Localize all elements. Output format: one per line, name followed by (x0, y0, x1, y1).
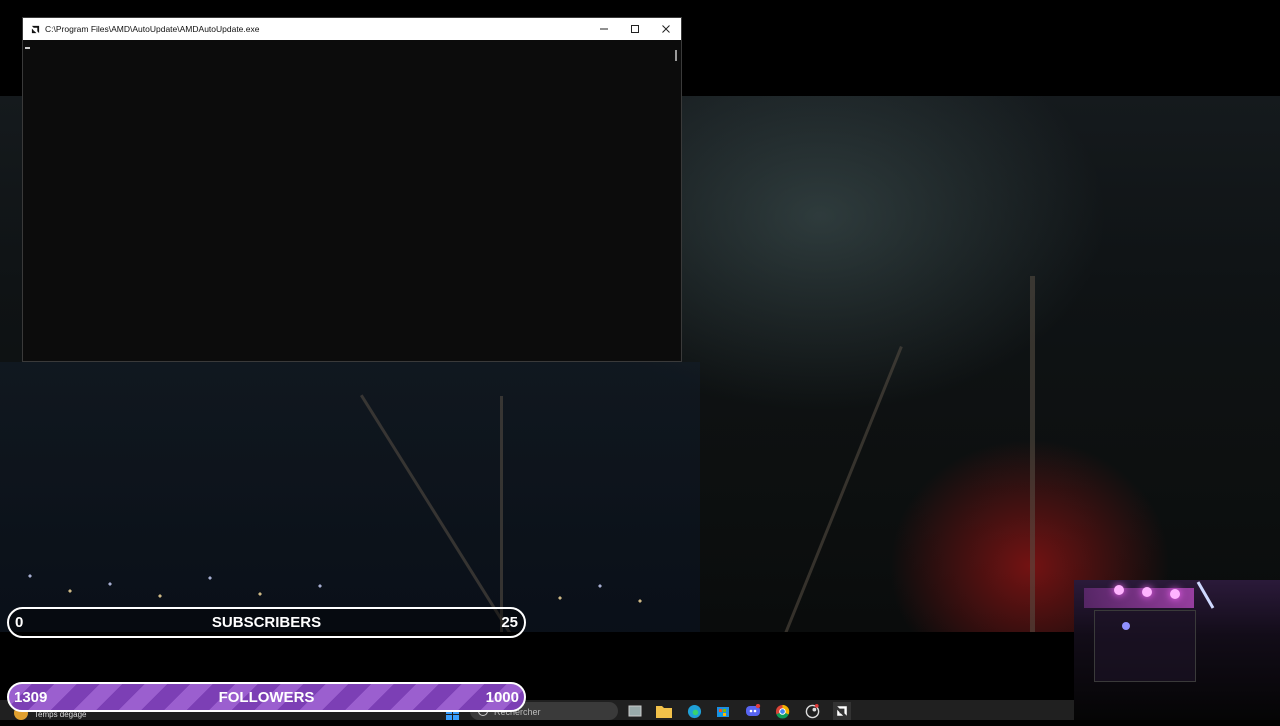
close-icon (661, 25, 670, 33)
edge-icon[interactable] (685, 702, 703, 720)
window-titlebar[interactable]: C:\Program Files\AMD\AutoUpdate\AMDAutoU… (23, 18, 681, 40)
scrollbar-thumb[interactable] (675, 50, 677, 61)
cable-light (1196, 581, 1215, 609)
amd-software-icon[interactable] (833, 702, 851, 720)
steam-icon[interactable] (803, 702, 821, 720)
bridge-pylon (500, 396, 503, 632)
followers-goal-bar: 1309 FOLLOWERS 1000 (7, 682, 526, 712)
discord-icon[interactable] (744, 702, 762, 720)
console-output[interactable] (23, 40, 681, 361)
gpu-light (1122, 622, 1130, 630)
bridge-cable (780, 346, 903, 632)
minimize-icon (599, 28, 608, 30)
subscribers-label: SUBSCRIBERS (211, 614, 322, 631)
maximize-icon (630, 25, 639, 33)
amd-logo-icon (30, 24, 40, 34)
window-controls (588, 18, 681, 40)
rgb-fan-light (1170, 589, 1180, 599)
file-explorer-icon[interactable] (655, 702, 673, 720)
console-window[interactable]: C:\Program Files\AMD\AutoUpdate\AMDAutoU… (22, 17, 682, 362)
minimize-button[interactable] (588, 18, 619, 40)
followers-label: FOLLOWERS (218, 688, 315, 706)
chrome-icon[interactable] (773, 702, 791, 720)
pc-case (1094, 610, 1196, 682)
task-view-icon[interactable] (626, 702, 644, 720)
subscribers-goal-bar: 0 SUBSCRIBERS 25 (7, 607, 526, 638)
store-icon[interactable] (714, 702, 732, 720)
window-title: C:\Program Files\AMD\AutoUpdate\AMDAutoU… (45, 24, 260, 34)
close-button[interactable] (650, 18, 681, 40)
maximize-button[interactable] (619, 18, 650, 40)
rgb-fan-light (1114, 585, 1124, 595)
webcam-feed (1074, 580, 1280, 720)
text-cursor (25, 47, 30, 49)
followers-goal: 1000 (485, 688, 519, 706)
bridge-pylon (1030, 276, 1035, 632)
rgb-fan-light (1142, 587, 1152, 597)
